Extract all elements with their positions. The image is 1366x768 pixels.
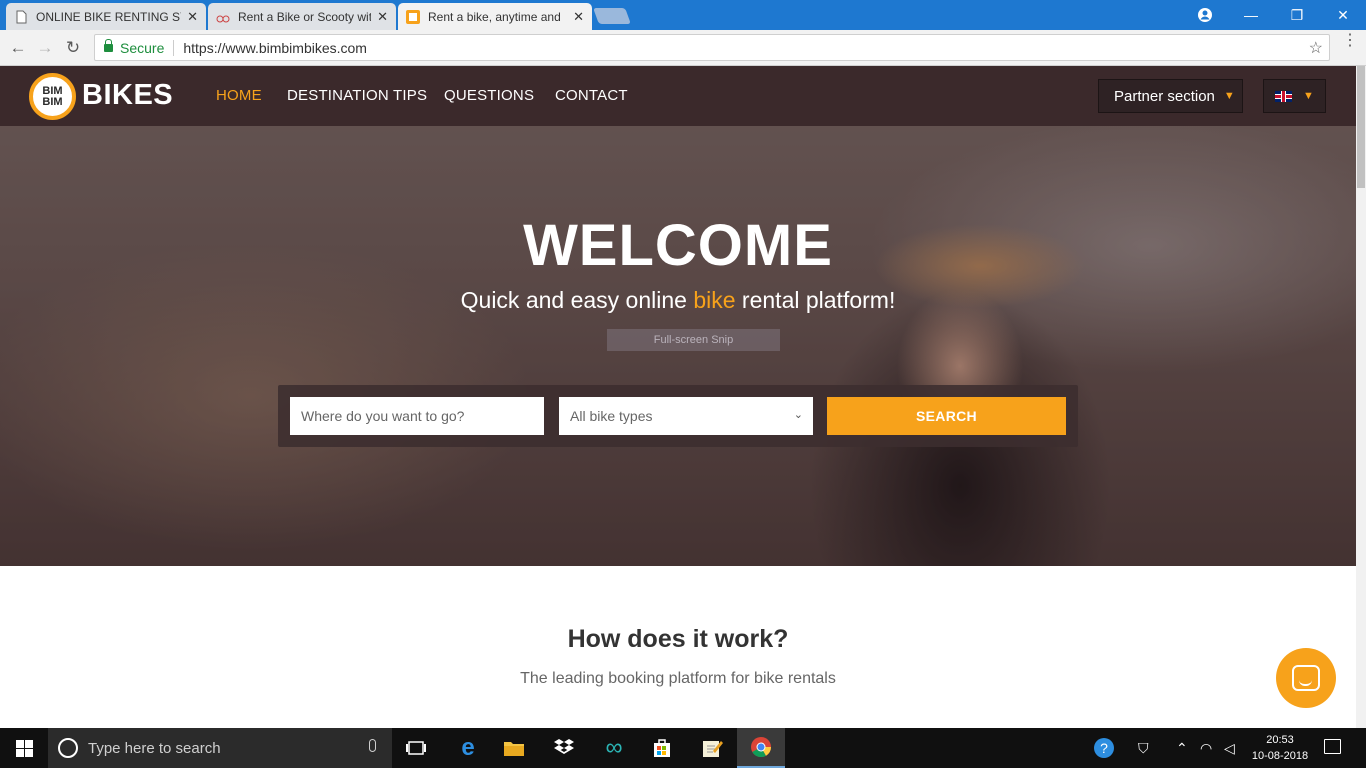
section-subtitle: The leading booking platform for bike re… xyxy=(520,670,836,687)
wifi-icon[interactable]: ◠ xyxy=(1200,728,1212,768)
browser-menu-icon[interactable]: ⋮ xyxy=(1342,33,1358,49)
chrome-taskbar-icon[interactable] xyxy=(737,728,785,768)
edge-browser-icon[interactable]: e xyxy=(444,728,492,768)
logo-badge-text: BIM xyxy=(42,84,63,97)
bookmark-star-icon[interactable]: ☆ xyxy=(1309,38,1323,58)
search-panel: All bike types ⌄ SEARCH xyxy=(278,385,1078,447)
tab-close-icon[interactable]: ✕ xyxy=(187,9,198,25)
logo-badge-text: BIM xyxy=(42,95,63,108)
browser-tab-strip: ONLINE BIKE RENTING SY ✕ Rent a Bike or … xyxy=(0,0,1366,30)
hero-banner: WELCOME Quick and easy online bike renta… xyxy=(0,66,1356,566)
maximize-button[interactable]: ❐ xyxy=(1274,0,1320,30)
windows-logo-icon xyxy=(15,739,33,757)
browser-tab[interactable]: Rent a Bike or Scooty with ✕ xyxy=(208,3,396,30)
partner-section-dropdown[interactable]: Partner section ▼ xyxy=(1098,79,1243,113)
browser-tab[interactable]: ONLINE BIKE RENTING SY ✕ xyxy=(6,3,206,30)
site-header: BIM BIM BIKES HOME DESTINATION TIPS QUES… xyxy=(0,66,1356,126)
bike-type-select[interactable]: All bike types ⌄ xyxy=(559,397,813,435)
tray-overflow-chevron-icon[interactable]: ⌃ xyxy=(1176,728,1188,768)
language-selector[interactable]: ▼ xyxy=(1263,79,1326,113)
bike-type-value: All bike types xyxy=(570,408,653,424)
minimize-button[interactable]: — xyxy=(1228,0,1274,30)
secure-label: Secure xyxy=(120,39,165,56)
store-icon[interactable] xyxy=(638,728,686,768)
taskbar-search-box[interactable]: Type here to search xyxy=(48,728,392,768)
tagline-part: rental platform! xyxy=(735,287,896,313)
svg-text:?: ? xyxy=(1100,740,1108,756)
chevron-down-icon: ⌄ xyxy=(793,409,803,421)
volume-icon[interactable]: ◁ xyxy=(1224,728,1235,768)
destination-input[interactable] xyxy=(290,397,544,435)
windows-taskbar: Type here to search e ∞ ? ⛉ ⌃ ◠ ◁ 20:53 … xyxy=(0,728,1366,768)
chevron-down-icon: ▼ xyxy=(1223,90,1235,102)
uk-flag-icon xyxy=(1275,90,1292,102)
browser-toolbar: ← → ↻ Secure https://www.bimbimbikes.com… xyxy=(0,30,1366,66)
notepad-app-icon[interactable] xyxy=(688,728,736,768)
page-viewport: WELCOME Quick and easy online bike renta… xyxy=(0,66,1356,728)
tab-close-icon[interactable]: ✕ xyxy=(573,9,584,25)
start-button[interactable] xyxy=(0,728,48,768)
section-title: How does it work? xyxy=(567,625,789,653)
cortana-icon xyxy=(58,738,78,758)
chevron-down-icon: ▼ xyxy=(1303,90,1314,102)
site-favicon-icon xyxy=(216,15,230,22)
infinity-app-icon[interactable]: ∞ xyxy=(590,728,638,768)
hero-tagline: Quick and easy online bike rental platfo… xyxy=(0,287,1356,314)
tab-title: Rent a Bike or Scooty with xyxy=(238,9,372,24)
microphone-icon[interactable] xyxy=(369,739,376,752)
tagline-highlight: bike xyxy=(693,287,736,313)
file-explorer-icon[interactable] xyxy=(490,728,538,768)
hero-title: WELCOME xyxy=(523,213,833,278)
url-text[interactable]: https://www.bimbimbikes.com xyxy=(183,40,367,56)
snip-overlay[interactable]: Full-screen Snip xyxy=(607,329,780,351)
back-arrow-icon[interactable]: ← xyxy=(6,36,30,60)
task-view-icon[interactable] xyxy=(392,728,440,768)
clock-time: 20:53 xyxy=(1266,734,1294,746)
dropbox-icon[interactable] xyxy=(540,728,588,768)
nav-home[interactable]: HOME xyxy=(216,87,262,104)
help-tray-icon[interactable]: ? xyxy=(1092,728,1116,768)
page-scrollbar[interactable] xyxy=(1356,66,1366,728)
divider xyxy=(173,39,175,56)
people-icon[interactable]: ⛉ xyxy=(1138,728,1149,768)
tab-close-icon[interactable]: ✕ xyxy=(377,9,388,25)
nav-contact[interactable]: CONTACT xyxy=(555,87,628,104)
tab-title: Rent a bike, anytime and xyxy=(428,9,561,24)
taskbar-search-placeholder: Type here to search xyxy=(88,739,221,757)
forward-arrow-icon[interactable]: → xyxy=(33,36,57,60)
action-center-icon[interactable] xyxy=(1324,739,1341,754)
search-button[interactable]: SEARCH xyxy=(827,397,1066,435)
system-clock[interactable]: 20:53 10-08-2018 xyxy=(1246,732,1314,764)
reload-icon[interactable]: ↻ xyxy=(61,36,85,60)
logo-badge[interactable]: BIM BIM xyxy=(29,73,76,120)
logo-wordmark[interactable]: BIKES xyxy=(82,79,173,112)
nav-destination-tips[interactable]: DESTINATION TIPS xyxy=(287,87,427,104)
hero-overlay xyxy=(0,66,1356,566)
browser-tab-active[interactable]: Rent a bike, anytime and ✕ xyxy=(398,3,592,30)
tagline-part: Quick and easy online xyxy=(460,287,694,313)
chat-launcher-button[interactable] xyxy=(1276,648,1336,708)
new-tab-button[interactable] xyxy=(593,8,631,24)
address-bar[interactable]: Secure https://www.bimbimbikes.com ☆ xyxy=(94,34,1330,61)
bimbim-favicon-icon xyxy=(406,9,420,24)
tab-title: ONLINE BIKE RENTING SY xyxy=(36,9,182,24)
lock-icon xyxy=(104,38,113,52)
close-window-button[interactable]: ✕ xyxy=(1320,0,1366,30)
profile-icon[interactable] xyxy=(1197,7,1213,23)
nav-questions[interactable]: QUESTIONS xyxy=(444,87,534,104)
chat-icon xyxy=(1292,665,1320,691)
scrollbar-thumb[interactable] xyxy=(1357,66,1365,188)
clock-date: 10-08-2018 xyxy=(1251,750,1309,762)
partner-label: Partner section xyxy=(1114,87,1215,105)
document-icon xyxy=(16,10,27,23)
